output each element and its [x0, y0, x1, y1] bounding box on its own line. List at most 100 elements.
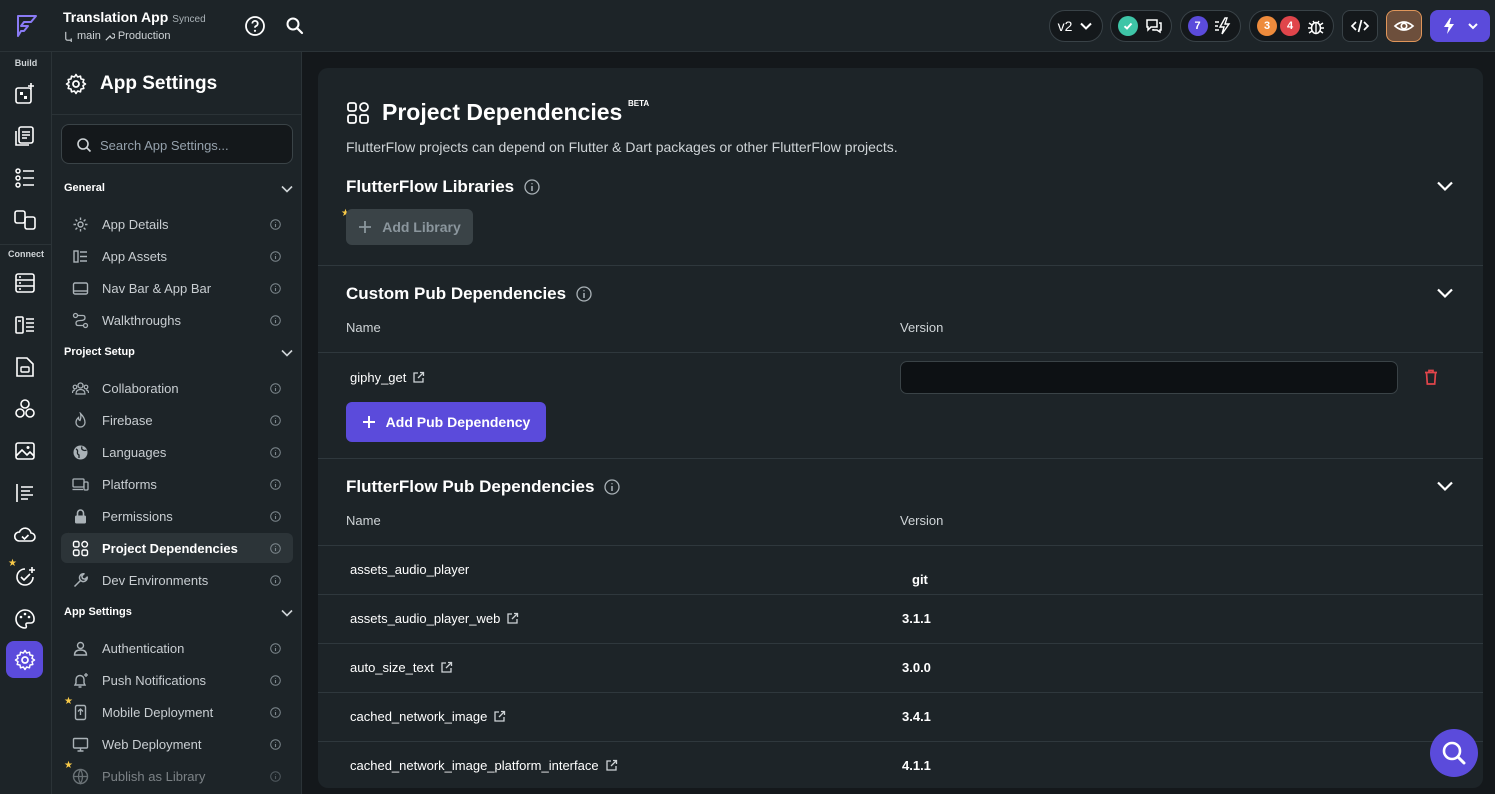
search-icon[interactable] — [284, 15, 306, 37]
plus-icon — [359, 221, 372, 233]
code-view-button[interactable] — [1342, 10, 1378, 42]
table-row: assets_audio_player_web — [350, 611, 519, 626]
user-icon — [73, 641, 88, 656]
package-version: 3.1.1 — [902, 611, 931, 626]
info-icon[interactable] — [524, 179, 540, 195]
help-icon[interactable] — [244, 15, 266, 37]
external-link-icon[interactable] — [506, 612, 519, 625]
walkthrough-path-icon — [72, 312, 89, 329]
info-icon[interactable] — [604, 479, 621, 495]
app-details-icon — [73, 217, 88, 232]
media-assets-icon[interactable] — [11, 437, 39, 465]
sidebar-item-label: Authentication — [102, 641, 185, 656]
branch-info[interactable]: main Production — [63, 30, 170, 42]
sidebar-item-mobile-deployment[interactable]: Mobile Deployment — [61, 697, 293, 727]
preview-button[interactable] — [1386, 10, 1422, 42]
status-pill[interactable] — [1110, 10, 1172, 42]
info-icon[interactable] — [270, 447, 281, 458]
info-icon[interactable] — [270, 219, 281, 230]
settings-gear-icon[interactable] — [6, 641, 43, 678]
environment-name: Production — [117, 30, 171, 42]
floating-search-button[interactable] — [1430, 729, 1478, 777]
flutterflow-logo-icon[interactable] — [12, 12, 40, 40]
pages-icon[interactable] — [11, 122, 39, 150]
themes-icon[interactable] — [11, 479, 39, 507]
info-icon[interactable] — [270, 575, 281, 586]
version-input[interactable] — [900, 361, 1398, 394]
package-name: cached_network_image — [350, 709, 488, 724]
api-calls-icon[interactable] — [11, 311, 39, 339]
info-icon[interactable] — [270, 739, 281, 750]
design-palette-icon[interactable] — [11, 605, 39, 633]
section-app-settings[interactable]: App Settings — [64, 603, 294, 623]
plus-icon — [362, 416, 375, 428]
sidebar-item-firebase[interactable]: Firebase — [61, 405, 293, 435]
trash-icon[interactable] — [1422, 368, 1440, 386]
info-icon[interactable] — [270, 707, 281, 718]
sidebar-item-app-details[interactable]: App Details — [61, 209, 293, 239]
info-icon[interactable] — [270, 315, 281, 326]
chevron-down-icon[interactable] — [1435, 176, 1455, 196]
info-icon[interactable] — [270, 771, 281, 782]
app-title[interactable]: Translation App Synced — [63, 9, 206, 25]
info-icon[interactable] — [270, 383, 281, 394]
table-row: cached_network_image_platform_interface — [350, 758, 618, 773]
row-divider — [318, 692, 1483, 693]
settings-search[interactable] — [61, 124, 293, 164]
info-icon[interactable] — [270, 511, 281, 522]
issues-pill[interactable]: 3 4 — [1249, 10, 1334, 42]
info-icon[interactable] — [270, 415, 281, 426]
widget-tree-icon[interactable] — [11, 164, 39, 192]
notifications-pill[interactable]: 7 — [1180, 10, 1241, 42]
package-name: assets_audio_player_web — [350, 611, 501, 626]
integrations-icon[interactable] — [11, 395, 39, 423]
add-pub-dependency-button[interactable]: Add Pub Dependency — [346, 402, 546, 442]
sidebar-item-label: Permissions — [102, 509, 173, 524]
external-link-icon[interactable] — [440, 661, 453, 674]
info-icon[interactable] — [270, 543, 281, 554]
sidebar-item-permissions[interactable]: Permissions — [61, 501, 293, 531]
add-library-button[interactable]: Add Library — [346, 209, 473, 245]
section-project-setup[interactable]: Project Setup — [64, 343, 294, 363]
chevron-down-icon[interactable] — [1435, 283, 1455, 303]
info-icon[interactable] — [270, 283, 281, 294]
sidebar-item-app-assets[interactable]: App Assets — [61, 241, 293, 271]
database-icon[interactable] — [11, 269, 39, 297]
dependencies-grid-icon — [72, 540, 89, 557]
info-icon[interactable] — [270, 251, 281, 262]
info-icon[interactable] — [270, 643, 281, 654]
external-link-icon[interactable] — [605, 759, 618, 772]
chevron-down-icon[interactable] — [1435, 476, 1455, 496]
cloud-icon[interactable] — [11, 521, 39, 549]
version-selector[interactable]: v2 — [1049, 10, 1103, 42]
lock-icon — [75, 509, 86, 524]
settings-search-input[interactable] — [100, 135, 285, 155]
code-icon — [1350, 19, 1370, 33]
media-file-icon[interactable] — [11, 353, 39, 381]
section-general[interactable]: General — [64, 179, 294, 199]
external-link-icon[interactable] — [493, 710, 506, 723]
sidebar-item-platforms[interactable]: Platforms — [61, 469, 293, 499]
sidebar-item-languages[interactable]: Languages — [61, 437, 293, 467]
sidebar-item-label: Walkthroughs — [102, 313, 181, 328]
sidebar-item-collaboration[interactable]: Collaboration — [61, 373, 293, 403]
globe-icon — [72, 768, 89, 785]
run-button[interactable] — [1430, 10, 1490, 42]
sidebar-item-authentication[interactable]: Authentication — [61, 633, 293, 663]
sidebar-item-walkthroughs[interactable]: Walkthroughs — [61, 305, 293, 335]
components-icon[interactable] — [11, 206, 39, 234]
add-widget-icon[interactable] — [11, 80, 39, 108]
table-divider — [318, 545, 1483, 546]
sidebar-item-publish-library[interactable]: Publish as Library — [61, 761, 293, 791]
external-link-icon[interactable] — [412, 371, 425, 384]
section-general-label: General — [64, 182, 105, 194]
testing-icon[interactable] — [11, 563, 39, 591]
info-icon[interactable] — [270, 675, 281, 686]
info-icon[interactable] — [576, 286, 592, 302]
sidebar-item-project-dependencies[interactable]: Project Dependencies — [61, 533, 293, 563]
info-icon[interactable] — [270, 479, 281, 490]
sidebar-item-dev-environments[interactable]: Dev Environments — [61, 565, 293, 595]
sidebar-item-nav-bar[interactable]: Nav Bar & App Bar — [61, 273, 293, 303]
sidebar-item-web-deployment[interactable]: Web Deployment — [61, 729, 293, 759]
sidebar-item-push-notifications[interactable]: Push Notifications — [61, 665, 293, 695]
